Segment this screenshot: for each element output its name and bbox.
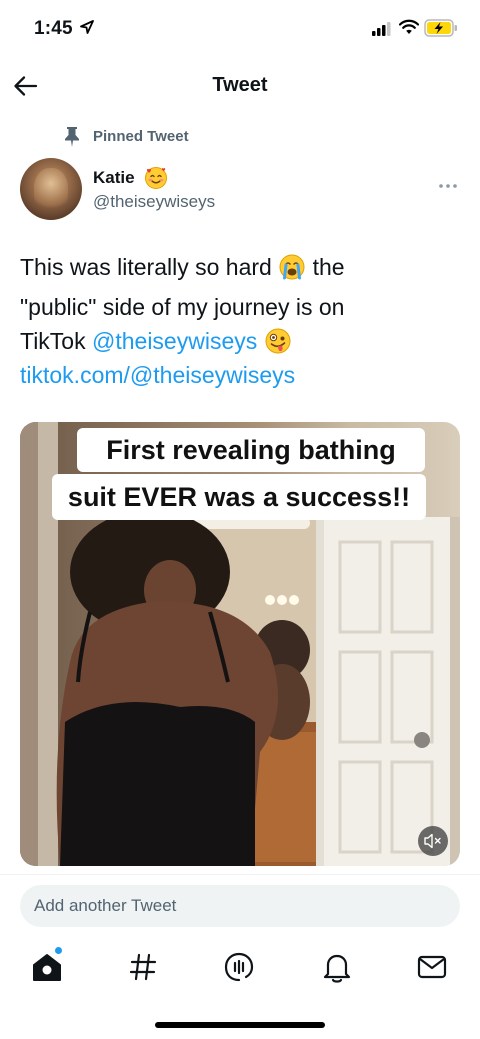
messages-envelope-icon bbox=[417, 955, 447, 979]
location-arrow-icon bbox=[80, 20, 94, 39]
zany-face-emoji-icon bbox=[264, 327, 292, 364]
tweet-text-segment: TikTok bbox=[20, 328, 92, 354]
tweet-text: This was literally so hard the "public" … bbox=[20, 250, 460, 364]
author-handle[interactable]: @theiseywiseys bbox=[93, 192, 215, 212]
tweet-text-line-1: This was literally so hard the bbox=[20, 250, 460, 290]
crying-face-emoji-icon bbox=[278, 253, 306, 290]
author-name[interactable]: Katie bbox=[93, 168, 135, 188]
page-title: Tweet bbox=[212, 74, 268, 96]
bottom-tab-bar bbox=[0, 940, 480, 996]
tweet-text-line-3: TikTok @theiseywiseys bbox=[20, 324, 460, 364]
status-bar: 1:45 bbox=[0, 0, 480, 60]
notifications-bell-icon bbox=[323, 954, 351, 983]
status-time: 1:45 bbox=[34, 18, 73, 39]
home-new-content-dot bbox=[55, 947, 62, 954]
tweet-text-segment: the bbox=[306, 254, 345, 280]
mention-link[interactable]: @theiseywiseys bbox=[92, 328, 257, 354]
more-options-button[interactable] bbox=[438, 176, 458, 194]
tab-spaces[interactable] bbox=[222, 950, 256, 984]
top-navigation-bar: Tweet bbox=[0, 60, 480, 112]
explore-hashtag-icon bbox=[129, 953, 157, 981]
video-caption-line-2: suit EVER was a success!! bbox=[52, 474, 426, 520]
more-icon bbox=[439, 184, 457, 188]
tab-explore[interactable] bbox=[126, 950, 160, 984]
divider bbox=[0, 874, 480, 875]
battery-charging-icon bbox=[424, 19, 458, 42]
wifi-icon bbox=[398, 19, 420, 40]
tweet-video[interactable]: First revealing bathing suit EVER was a … bbox=[20, 422, 460, 866]
tab-notifications[interactable] bbox=[320, 950, 354, 984]
home-icon bbox=[33, 954, 61, 981]
smiling-face-with-hearts-emoji-icon bbox=[144, 166, 168, 195]
tweet-text-segment: This was literally so hard bbox=[20, 254, 272, 280]
tab-messages[interactable] bbox=[415, 950, 449, 984]
video-caption-line-1: First revealing bathing bbox=[77, 428, 425, 472]
tab-home[interactable] bbox=[30, 950, 64, 984]
spaces-icon bbox=[224, 952, 254, 982]
cellular-signal-icon bbox=[372, 22, 392, 41]
home-indicator bbox=[155, 1022, 325, 1028]
mute-button[interactable] bbox=[418, 826, 448, 856]
external-link[interactable]: tiktok.com/@theiseywiseys bbox=[20, 362, 295, 389]
tweet-text-line-2: "public" side of my journey is on bbox=[20, 294, 345, 320]
add-tweet-input[interactable]: Add another Tweet bbox=[20, 885, 460, 927]
pinned-label: Pinned Tweet bbox=[93, 128, 189, 145]
pin-icon bbox=[65, 127, 79, 147]
avatar[interactable] bbox=[20, 158, 82, 220]
add-tweet-placeholder: Add another Tweet bbox=[34, 896, 177, 915]
mute-icon bbox=[424, 833, 441, 849]
